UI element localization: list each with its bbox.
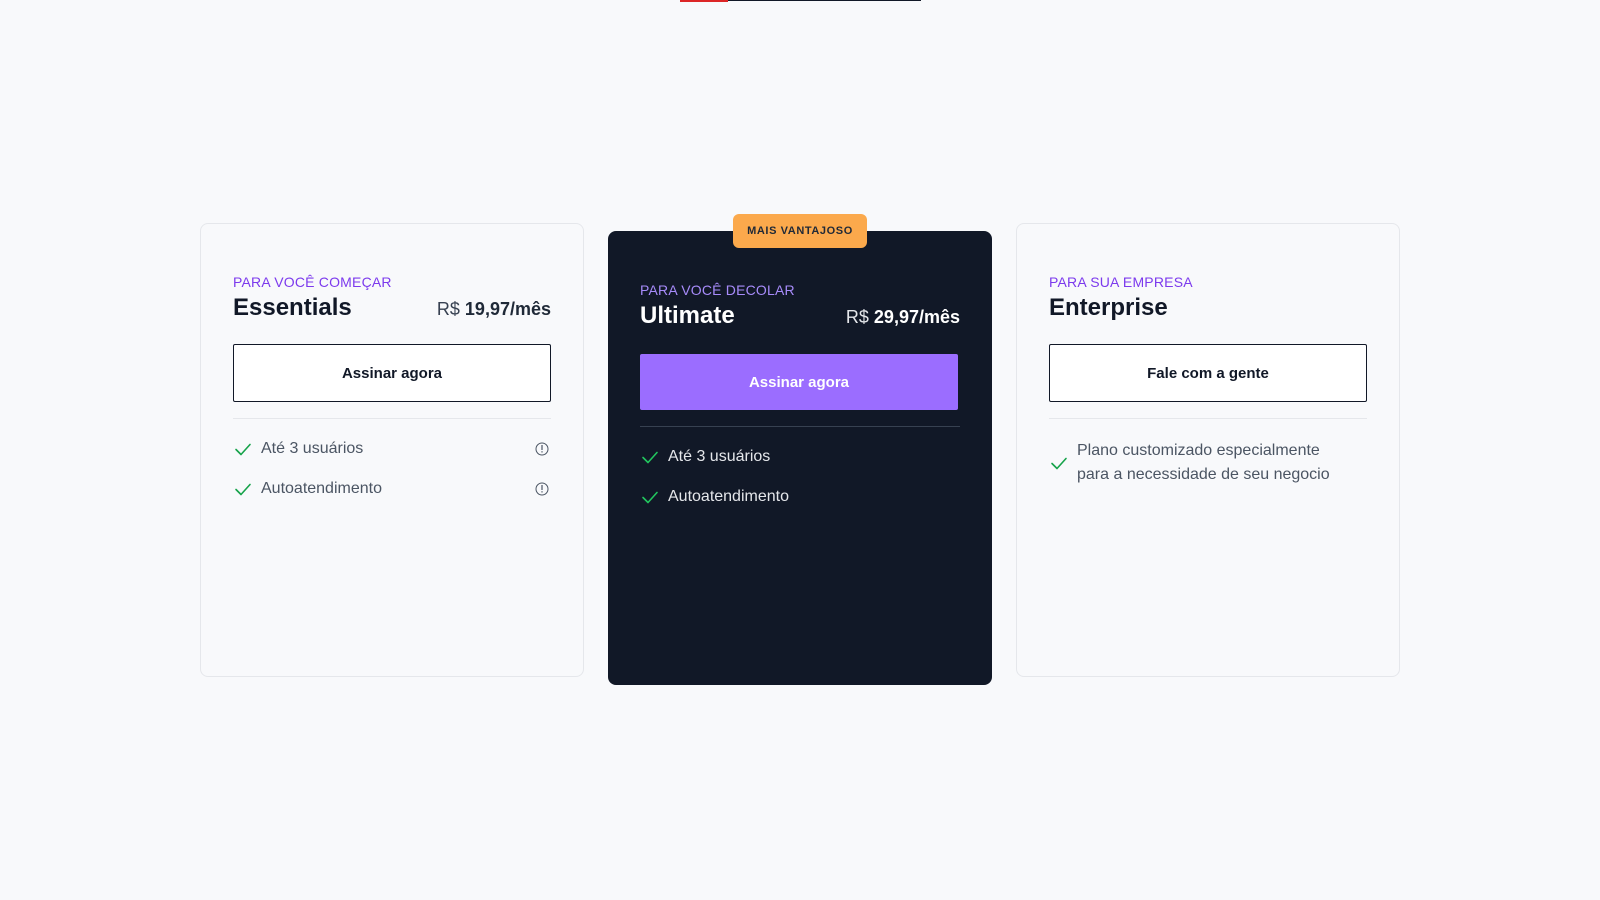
price-currency: R$ [436,299,460,319]
info-icon[interactable] [535,442,549,456]
plan-card-enterprise: PARA SUA EMPRESA Enterprise Fale com a g… [1016,223,1400,677]
best-value-badge: MAIS VANTAJOSO [733,214,867,248]
plan-title-row: Enterprise [1049,294,1367,330]
check-icon [642,451,658,464]
feature-label: Autoatendimento [668,488,789,505]
plan-title-row: Essentials R$ 19,97/mês [233,294,551,330]
subscribe-button[interactable]: Assinar agora [233,344,551,402]
feature-list: Até 3 usuários Autoatendimento [640,447,960,507]
divider [233,418,551,419]
tab-underline [728,0,921,1]
info-icon[interactable] [535,482,549,496]
feature-item: Até 3 usuários [233,439,551,459]
check-icon [235,443,251,456]
feature-item: Autoatendimento [640,487,960,507]
plan-eyebrow: PARA SUA EMPRESA [1049,274,1193,290]
feature-label: Autoatendimento [261,480,382,497]
feature-list: Até 3 usuários Autoatendimento [233,439,551,499]
plan-eyebrow: PARA VOCÊ DECOLAR [640,282,795,298]
top-tab-indicator [680,0,921,2]
contact-us-button[interactable]: Fale com a gente [1049,344,1367,402]
divider [1049,418,1367,419]
feature-label: Até 3 usuários [261,440,364,457]
check-icon [1051,457,1067,470]
feature-item: Plano customizado especialmente para a n… [1049,439,1367,487]
price-currency: R$ [845,307,869,327]
price-amount: 29,97/mês [873,307,960,327]
plan-name: Essentials [233,294,352,321]
plan-name: Enterprise [1049,294,1168,321]
plan-name: Ultimate [640,302,735,329]
plan-price: R$ 29,97/mês [846,307,960,328]
feature-item: Autoatendimento [233,479,551,499]
feature-label: Plano customizado especialmente para a n… [1077,442,1330,483]
check-icon [642,491,658,504]
active-tab-marker [680,0,728,2]
feature-item: Até 3 usuários [640,447,960,467]
plan-title-row: Ultimate R$ 29,97/mês [640,302,960,338]
plan-eyebrow: PARA VOCÊ COMEÇAR [233,274,392,290]
plan-card-ultimate: MAIS VANTAJOSO PARA VOCÊ DECOLAR Ultimat… [608,214,992,685]
divider [640,426,960,427]
plan-price: R$ 19,97/mês [437,299,551,320]
feature-label: Até 3 usuários [668,448,771,465]
check-icon [235,483,251,496]
plan-card-essentials: PARA VOCÊ COMEÇAR Essentials R$ 19,97/mê… [200,223,584,677]
subscribe-button[interactable]: Assinar agora [640,354,958,410]
price-amount: 19,97/mês [464,299,551,319]
feature-list: Plano customizado especialmente para a n… [1049,439,1367,487]
